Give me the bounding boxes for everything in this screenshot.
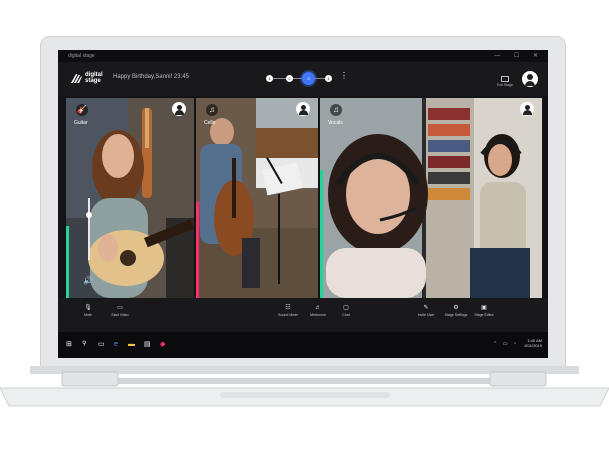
mixer-icon: ☷ xyxy=(285,305,291,311)
tile-avatar[interactable] xyxy=(172,102,186,116)
chat-icon: ▢ xyxy=(343,305,349,311)
edge-browser-icon[interactable]: e xyxy=(114,340,118,349)
bottom-toolbar: 🎙 Mute ▭ Start Video ☷ Sound Mixer ♬ Met… xyxy=(58,298,548,332)
video-tile-vocals[interactable]: ♫ Vocals xyxy=(320,98,542,298)
exit-stage-icon xyxy=(501,76,509,82)
music-note-icon: ♫ xyxy=(206,104,218,116)
video-camera-icon: ▭ xyxy=(117,305,123,311)
task-view-icon[interactable]: ▭ xyxy=(98,340,105,349)
microphone-icon: 🎙 xyxy=(84,305,92,311)
speaker-icon[interactable]: 🔊 xyxy=(83,276,93,285)
windows-start-icon[interactable]: ⊞ xyxy=(66,340,72,349)
audio-level-bar xyxy=(66,226,69,298)
stage-editor-label: Stage Editor xyxy=(474,313,494,317)
app-screen: digital stage — ☐ ✕ digital stage Happy … xyxy=(58,50,548,358)
volume-slider-knob[interactable] xyxy=(86,212,92,218)
os-taskbar: ⊞ ⚲ ▭ e ▬ ▤ ◆ ⌃ ▭ ◔ 1:40 AM 8/11/2019 xyxy=(58,332,548,358)
tile-label: Vocals xyxy=(328,120,343,126)
step-4[interactable]: 4 xyxy=(325,75,332,82)
guitarist-video xyxy=(66,98,194,298)
step-2[interactable]: 2 xyxy=(286,75,293,82)
tile-label: Guitar xyxy=(74,120,88,126)
search-icon[interactable]: ⚲ xyxy=(82,340,86,349)
window-controls[interactable]: — ☐ ✕ xyxy=(494,50,544,62)
audio-level-bar xyxy=(196,202,199,298)
more-options-icon[interactable]: ⋮ xyxy=(340,72,348,80)
laptop-base xyxy=(0,366,609,407)
top-bar: digital stage Happy Birthday,Sanni! 23:4… xyxy=(58,62,548,96)
stage-step-indicator: 1 2 3 4 xyxy=(266,72,334,86)
user-avatar[interactable] xyxy=(522,71,538,87)
app-logo: digital stage xyxy=(70,72,103,88)
exit-stage-label: Exit Stage xyxy=(497,83,513,87)
window-titlebar: digital stage — ☐ ✕ xyxy=(58,50,548,62)
guitar-icon: 🎸 xyxy=(76,104,88,116)
sound-mixer-label: Sound Mixer xyxy=(278,313,298,317)
digital-stage-app-icon[interactable]: ◆ xyxy=(160,340,165,349)
step-1[interactable]: 1 xyxy=(266,75,273,82)
stage-editor-button[interactable]: ▣ Stage Editor xyxy=(468,305,500,317)
chat-label: Chat xyxy=(342,313,350,317)
singers-video xyxy=(320,98,542,298)
system-clock[interactable]: 1:40 AM 8/11/2019 xyxy=(525,338,543,348)
exit-stage-button[interactable]: Exit Stage xyxy=(494,76,516,87)
start-video-button[interactable]: ▭ Start Video xyxy=(104,305,136,317)
store-icon[interactable]: ▤ xyxy=(144,340,151,349)
music-note-icon: ♫ xyxy=(330,104,342,116)
tile-avatar[interactable] xyxy=(520,102,534,116)
digital-stage-logo-icon xyxy=(71,74,82,83)
stage-editor-icon: ▣ xyxy=(481,305,487,311)
tile-label: Cello xyxy=(204,120,216,126)
video-tile-guitar[interactable]: 🎸 Guitar 🔊 xyxy=(66,98,194,298)
file-explorer-icon[interactable]: ▬ xyxy=(128,340,135,349)
clock-date: 8/11/2019 xyxy=(524,343,543,348)
cellist-video xyxy=(196,98,318,298)
mute-label: Mute xyxy=(84,313,92,317)
brand-name: digital stage xyxy=(85,72,103,84)
stage-name: Happy Birthday,Sanni! 23:45 xyxy=(113,74,189,80)
mute-button[interactable]: 🎙 Mute xyxy=(72,305,104,317)
sound-mixer-button[interactable]: ☷ Sound Mixer xyxy=(272,305,304,317)
invite-user-label: Invite User xyxy=(417,313,435,317)
metronom-label: Metronom xyxy=(310,313,326,317)
step-3[interactable]: 3 xyxy=(302,72,315,85)
invite-user-icon: ✎ xyxy=(423,305,429,311)
video-tile-cello[interactable]: ♫ Cello xyxy=(196,98,318,298)
volume-slider[interactable] xyxy=(86,198,92,260)
window-title: digital stage xyxy=(68,53,95,59)
system-tray-icons[interactable]: ⌃ ▭ ◔ xyxy=(493,341,518,347)
tile-avatar[interactable] xyxy=(296,102,310,116)
stage-settings-label: Stage Settings xyxy=(444,313,468,317)
invite-user-button[interactable]: ✎ Invite User xyxy=(410,305,442,317)
start-video-label: Start Video xyxy=(111,313,129,317)
audio-level-bar xyxy=(320,170,323,298)
chat-button[interactable]: ▢ Chat xyxy=(330,305,362,317)
